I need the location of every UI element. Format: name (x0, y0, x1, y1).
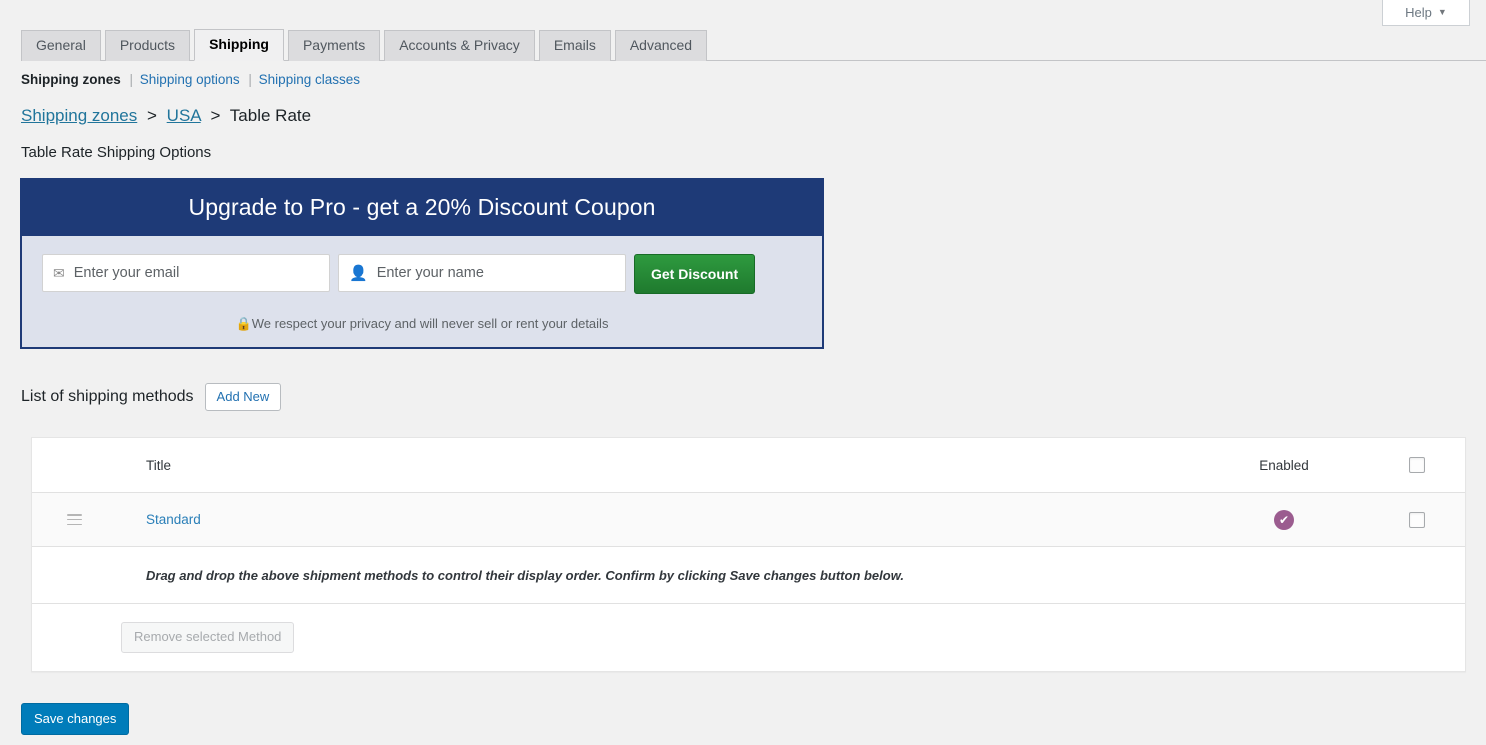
name-field-placeholder: Enter your name (377, 265, 484, 281)
envelope-icon: ✉ (53, 266, 65, 280)
privacy-note-text: We respect your privacy and will never s… (252, 316, 609, 331)
row-cell-handle (32, 514, 116, 525)
promo-headline: Upgrade to Pro - get a 20% Discount Coup… (22, 180, 822, 236)
methods-list-header: List of shipping methods Add New (21, 383, 281, 411)
lock-icon: 🔒 (236, 317, 252, 330)
header-cell-title: Title (116, 458, 1199, 473)
promo-body: ✉ Enter your email 👤 Enter your name Get… (22, 236, 822, 347)
page-title: Table Rate Shipping Options (21, 144, 211, 161)
tab-emails[interactable]: Emails (539, 30, 611, 61)
row-cell-select (1369, 512, 1465, 528)
breadcrumb-shipping-zones[interactable]: Shipping zones (21, 106, 137, 125)
column-header-enabled: Enabled (1259, 458, 1309, 473)
breadcrumb-separator-2: > (210, 106, 220, 125)
privacy-note: 🔒 We respect your privacy and will never… (42, 316, 802, 331)
tab-shipping[interactable]: Shipping (194, 29, 284, 61)
help-tab-label: Help (1405, 5, 1432, 20)
row-select-checkbox[interactable] (1409, 512, 1425, 528)
table-action-row: Remove selected Method (32, 604, 1465, 671)
add-new-button[interactable]: Add New (205, 383, 282, 411)
method-link-standard[interactable]: Standard (146, 512, 201, 527)
person-icon: 👤 (349, 266, 368, 281)
shipping-methods-table: Title Enabled Standard ✔ Drag and drop t… (31, 437, 1466, 672)
save-changes-button[interactable]: Save changes (21, 703, 129, 735)
subnav-item-shipping-options[interactable]: Shipping options (140, 72, 240, 87)
tab-accounts-privacy[interactable]: Accounts & Privacy (384, 30, 535, 61)
subnav-item-shipping-zones[interactable]: Shipping zones (21, 72, 121, 87)
chevron-down-icon: ▼ (1438, 8, 1447, 17)
header-cell-select (1369, 457, 1465, 473)
header-cell-enabled: Enabled (1199, 458, 1369, 473)
tab-general[interactable]: General (21, 30, 101, 61)
row-cell-enabled: ✔ (1199, 510, 1369, 530)
tab-products[interactable]: Products (105, 30, 190, 61)
methods-list-title: List of shipping methods (21, 388, 194, 406)
get-discount-button[interactable]: Get Discount (634, 254, 755, 294)
breadcrumb-separator-1: > (147, 106, 157, 125)
promo-form-row: ✉ Enter your email 👤 Enter your name Get… (42, 254, 802, 294)
email-field[interactable]: ✉ Enter your email (42, 254, 330, 292)
table-note-row: Drag and drop the above shipment methods… (32, 547, 1465, 604)
table-row: Standard ✔ (32, 493, 1465, 547)
subnav-item-shipping-classes[interactable]: Shipping classes (259, 72, 360, 87)
enabled-check-icon: ✔ (1274, 510, 1294, 530)
upgrade-promo-banner: Upgrade to Pro - get a 20% Discount Coup… (20, 178, 824, 349)
tab-advanced[interactable]: Advanced (615, 30, 707, 61)
breadcrumb: Shipping zones > USA > Table Rate (21, 106, 311, 126)
subnav-separator-1: | (130, 72, 134, 87)
subnav-separator-2: | (248, 72, 252, 87)
row-cell-title: Standard (116, 512, 1199, 527)
settings-tab-bar: General Products Shipping Payments Accou… (21, 27, 1486, 61)
breadcrumb-current-table-rate: Table Rate (230, 106, 311, 125)
column-header-title: Title (146, 458, 171, 473)
drag-handle-icon[interactable] (67, 514, 82, 525)
table-header-row: Title Enabled (32, 438, 1465, 493)
help-tab[interactable]: Help ▼ (1382, 0, 1470, 26)
breadcrumb-zone-usa[interactable]: USA (167, 106, 201, 125)
drag-drop-instruction: Drag and drop the above shipment methods… (32, 568, 904, 583)
name-field[interactable]: 👤 Enter your name (338, 254, 626, 292)
tab-payments[interactable]: Payments (288, 30, 380, 61)
select-all-checkbox[interactable] (1409, 457, 1425, 473)
remove-selected-method-button[interactable]: Remove selected Method (121, 622, 294, 652)
email-field-placeholder: Enter your email (74, 265, 180, 281)
shipping-subnav: Shipping zones | Shipping options | Ship… (21, 72, 360, 87)
